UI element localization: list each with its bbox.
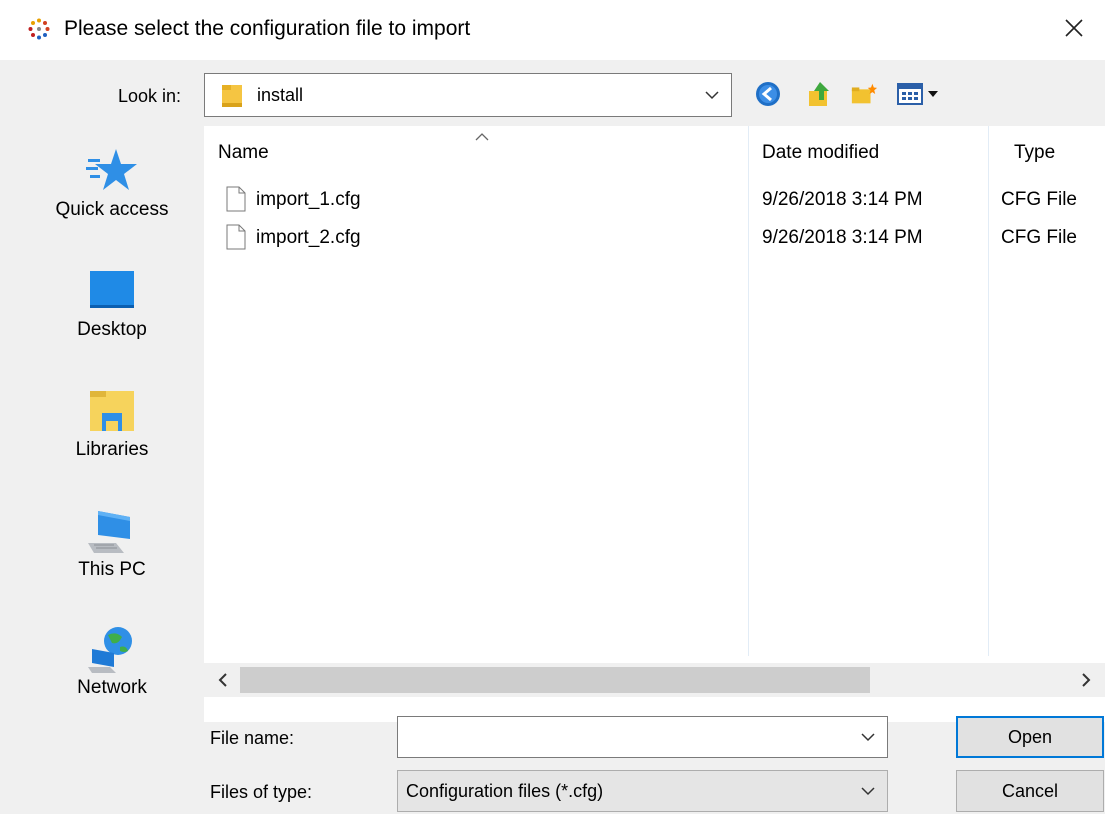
open-button[interactable]: Open (956, 716, 1104, 758)
place-label-libraries: Libraries (75, 439, 149, 460)
app-icon (28, 18, 50, 40)
back-arrow-icon (756, 82, 780, 106)
file-type-label: Files of type: (210, 782, 313, 802)
file-name-label: File name: (210, 728, 295, 748)
network-icon (88, 627, 132, 673)
view-menu-button[interactable] (895, 80, 945, 108)
title-bar: Please select the configuration file to … (0, 0, 1105, 60)
file-row[interactable]: import_2.cfg 9/26/2018 3:14 PM CFG File (204, 222, 1105, 260)
sort-ascending-icon (475, 133, 489, 141)
view-menu-icon (897, 83, 938, 105)
place-label-quick-access: Quick access (55, 199, 169, 220)
place-label-this-pc: This PC (78, 559, 146, 580)
horizontal-scrollbar[interactable] (204, 663, 1105, 697)
folder-icon (222, 85, 242, 107)
file-icon (226, 186, 246, 212)
look-in-value: install (257, 85, 304, 105)
back-button[interactable] (754, 80, 782, 108)
place-this-pc[interactable]: This PC (24, 493, 200, 603)
desktop-icon (90, 271, 134, 308)
star-icon (86, 149, 137, 190)
chevron-left-icon[interactable] (214, 670, 232, 690)
look-in-combo[interactable]: install (204, 73, 732, 117)
look-in-label: Look in: (118, 86, 182, 106)
column-header-type[interactable]: Type (1014, 142, 1055, 164)
new-folder-button[interactable] (850, 80, 878, 108)
chevron-down-icon[interactable] (859, 782, 877, 800)
file-dialog: Look in: install Quick access Desktop Li… (0, 60, 1105, 814)
file-date: 9/26/2018 3:14 PM (762, 189, 923, 210)
file-type: CFG File (1001, 189, 1077, 210)
column-header-date[interactable]: Date modified (762, 142, 879, 164)
libraries-icon (90, 391, 134, 431)
up-folder-button[interactable] (806, 80, 834, 108)
places-bar: Quick access Desktop Libraries This PC N… (24, 133, 200, 733)
chevron-down-icon[interactable] (859, 728, 877, 746)
place-libraries[interactable]: Libraries (24, 373, 200, 483)
file-type-select[interactable]: Configuration files (*.cfg) (397, 770, 888, 812)
column-header-name[interactable]: Name (218, 142, 269, 164)
close-icon (1065, 19, 1083, 37)
place-label-desktop: Desktop (77, 319, 147, 340)
file-name: import_2.cfg (256, 227, 361, 248)
file-row[interactable]: import_1.cfg 9/26/2018 3:14 PM CFG File (204, 184, 1105, 222)
close-button[interactable] (1051, 6, 1097, 50)
file-type-value: Configuration files (*.cfg) (406, 781, 604, 801)
cancel-button[interactable]: Cancel (956, 770, 1104, 812)
dialog-title: Please select the configuration file to … (64, 17, 471, 40)
place-label-network: Network (77, 677, 147, 698)
file-name-input[interactable] (397, 716, 888, 758)
chevron-right-icon[interactable] (1077, 670, 1095, 690)
place-desktop[interactable]: Desktop (24, 253, 200, 363)
computer-icon (88, 511, 130, 553)
scrollbar-thumb[interactable] (240, 667, 870, 693)
file-date: 9/26/2018 3:14 PM (762, 227, 923, 248)
new-folder-icon (851, 83, 878, 104)
file-list[interactable]: Name Date modified Type import_1.cfg 9/2… (204, 126, 1105, 722)
chevron-down-icon (705, 91, 719, 100)
up-folder-icon (809, 82, 829, 106)
file-type: CFG File (1001, 227, 1077, 248)
place-network[interactable]: Network (24, 611, 200, 721)
file-name: import_1.cfg (256, 189, 361, 210)
place-quick-access[interactable]: Quick access (24, 133, 200, 243)
file-icon (226, 224, 246, 250)
